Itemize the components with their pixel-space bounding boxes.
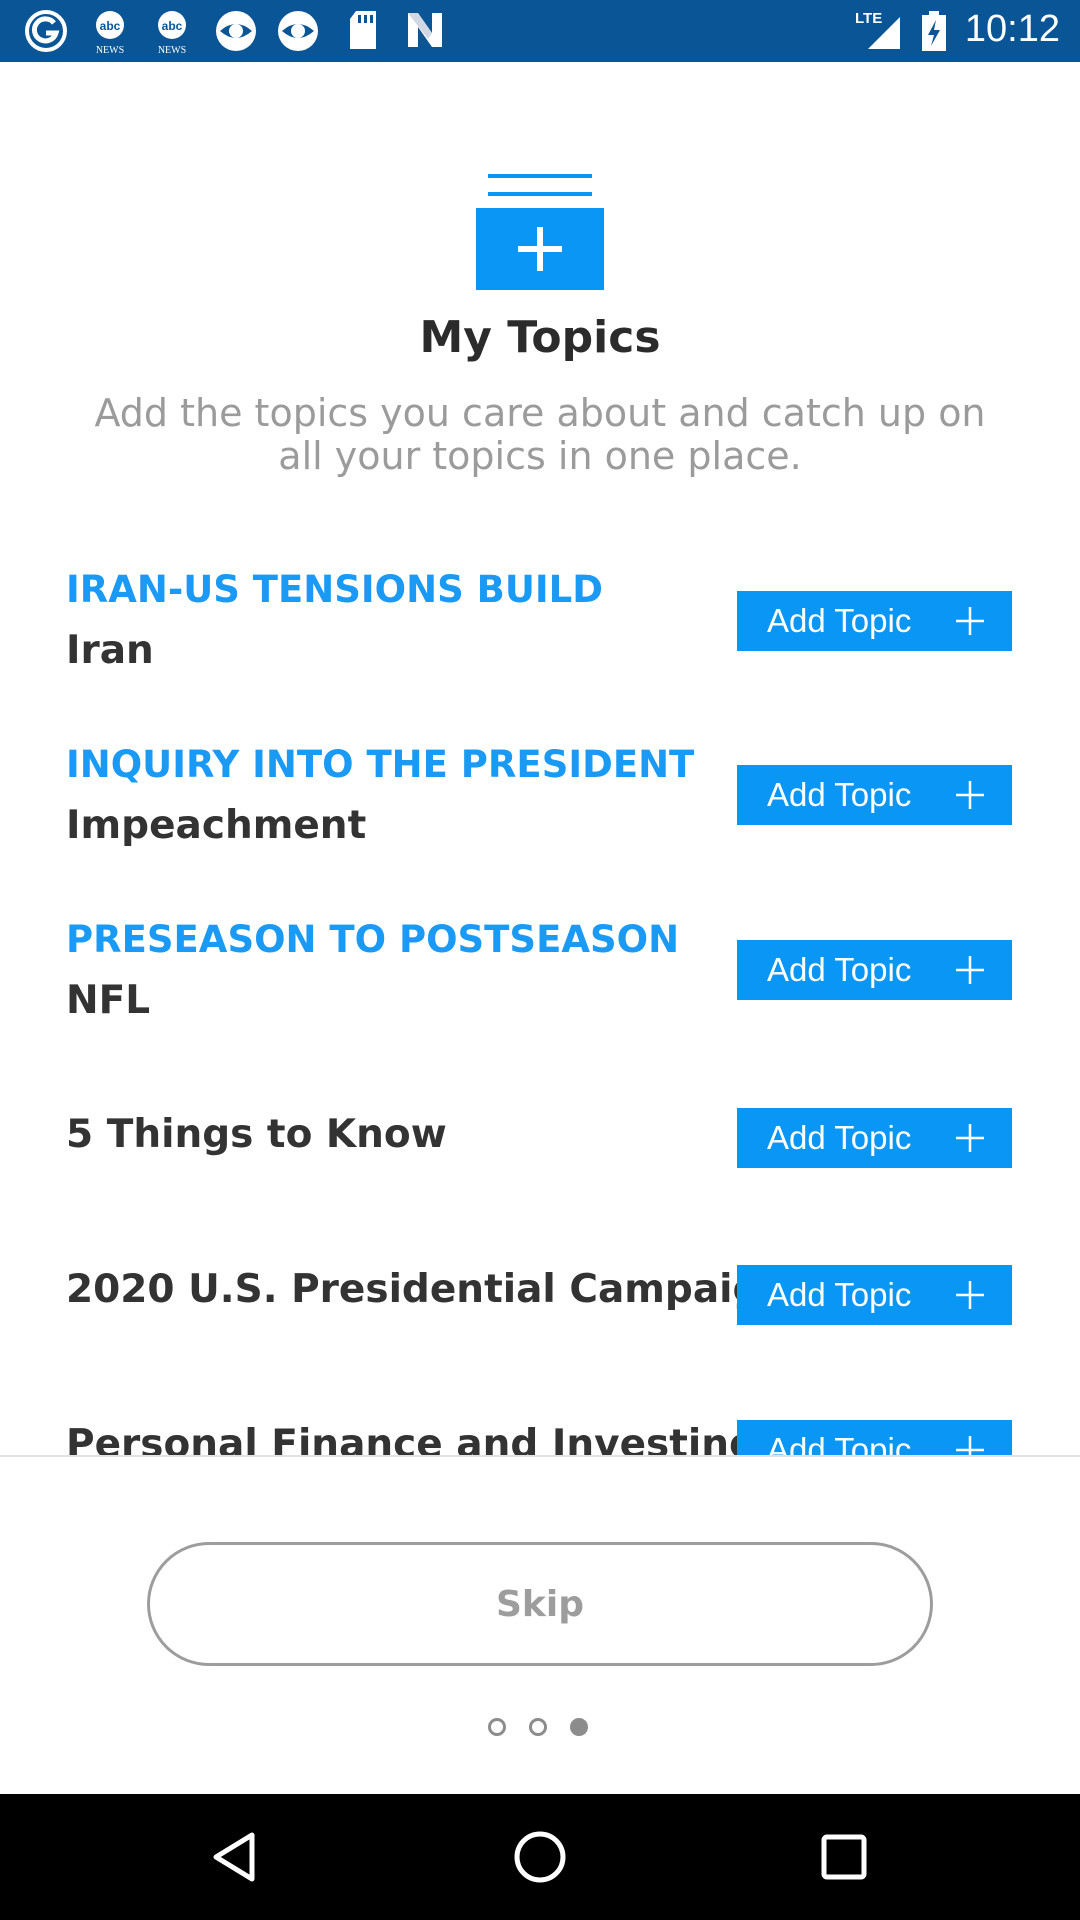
plus-icon	[956, 1281, 984, 1309]
status-bar: abc NEWS abc NEWS LTE 10:12	[0, 0, 1080, 62]
abc-news-icon: abc NEWS	[96, 11, 124, 55]
g-app-icon	[25, 10, 67, 52]
topic-name: 2020 U.S. Presidential Campaign	[66, 1267, 789, 1312]
battery-charging-icon	[922, 11, 946, 51]
svg-text:abc: abc	[100, 19, 121, 33]
home-icon[interactable]	[510, 1827, 570, 1887]
page-dot-active	[570, 1718, 588, 1736]
clock: 10:12	[964, 8, 1060, 50]
list-divider	[0, 1455, 1080, 1457]
plus-icon	[956, 781, 984, 809]
topic-name: Impeachment	[66, 803, 367, 848]
recents-icon[interactable]	[814, 1827, 874, 1887]
page-dot	[488, 1718, 506, 1736]
signal-icon	[868, 17, 900, 49]
add-topic-button[interactable]: Add Topic	[737, 1108, 1012, 1168]
topic-name: Iran	[66, 628, 154, 673]
abc-news-icon: abc NEWS	[158, 11, 186, 55]
add-topic-button[interactable]: Add Topic	[737, 940, 1012, 1000]
page-title: My Topics	[419, 312, 661, 363]
svg-text:abc: abc	[162, 19, 183, 33]
topic-kicker: PRESEASON TO POSTSEASON	[66, 918, 680, 961]
plus-icon	[956, 607, 984, 635]
plus-icon	[956, 1124, 984, 1152]
add-topic-button[interactable]: Add Topic	[737, 591, 1012, 651]
add-topic-button[interactable]: Add Topic	[737, 765, 1012, 825]
page-subtitle: Add the topics you care about and catch …	[94, 391, 986, 478]
add-topic-button[interactable]: Add Topic	[737, 1420, 1012, 1455]
eye-icon	[216, 11, 256, 51]
back-icon[interactable]	[206, 1827, 266, 1887]
svg-text:NEWS: NEWS	[158, 45, 186, 55]
add-topic-label: Add Topic	[767, 1119, 912, 1156]
add-topic-button[interactable]: Add Topic	[737, 1265, 1012, 1325]
sd-card-icon	[350, 11, 376, 49]
add-topic-label: Add Topic	[767, 1276, 912, 1313]
topic-kicker: INQUIRY INTO THE PRESIDENT	[66, 743, 695, 786]
topic-name: Personal Finance and Investing	[66, 1422, 757, 1455]
n-icon	[408, 13, 442, 47]
plus-icon	[956, 956, 984, 984]
topic-name: NFL	[66, 978, 151, 1023]
add-topic-label: Add Topic	[767, 776, 912, 813]
skip-button[interactable]: Skip	[147, 1542, 933, 1666]
topic-kicker: IRAN-US TENSIONS BUILD	[66, 568, 603, 611]
page-indicator	[486, 1718, 598, 1742]
topic-list[interactable]: IRAN-US TENSIONS BUILD Iran Add Topic IN…	[0, 520, 1080, 1455]
add-topic-label: Add Topic	[767, 602, 912, 639]
add-topic-label: Add Topic	[767, 1431, 912, 1455]
eye-icon	[278, 11, 318, 51]
svg-text:NEWS: NEWS	[96, 45, 124, 55]
topic-name: 5 Things to Know	[66, 1112, 447, 1157]
add-topic-icon	[476, 174, 604, 290]
navigation-bar	[0, 1794, 1080, 1920]
add-topic-label: Add Topic	[767, 951, 912, 988]
page-dot	[529, 1718, 547, 1736]
plus-icon	[956, 1436, 984, 1455]
